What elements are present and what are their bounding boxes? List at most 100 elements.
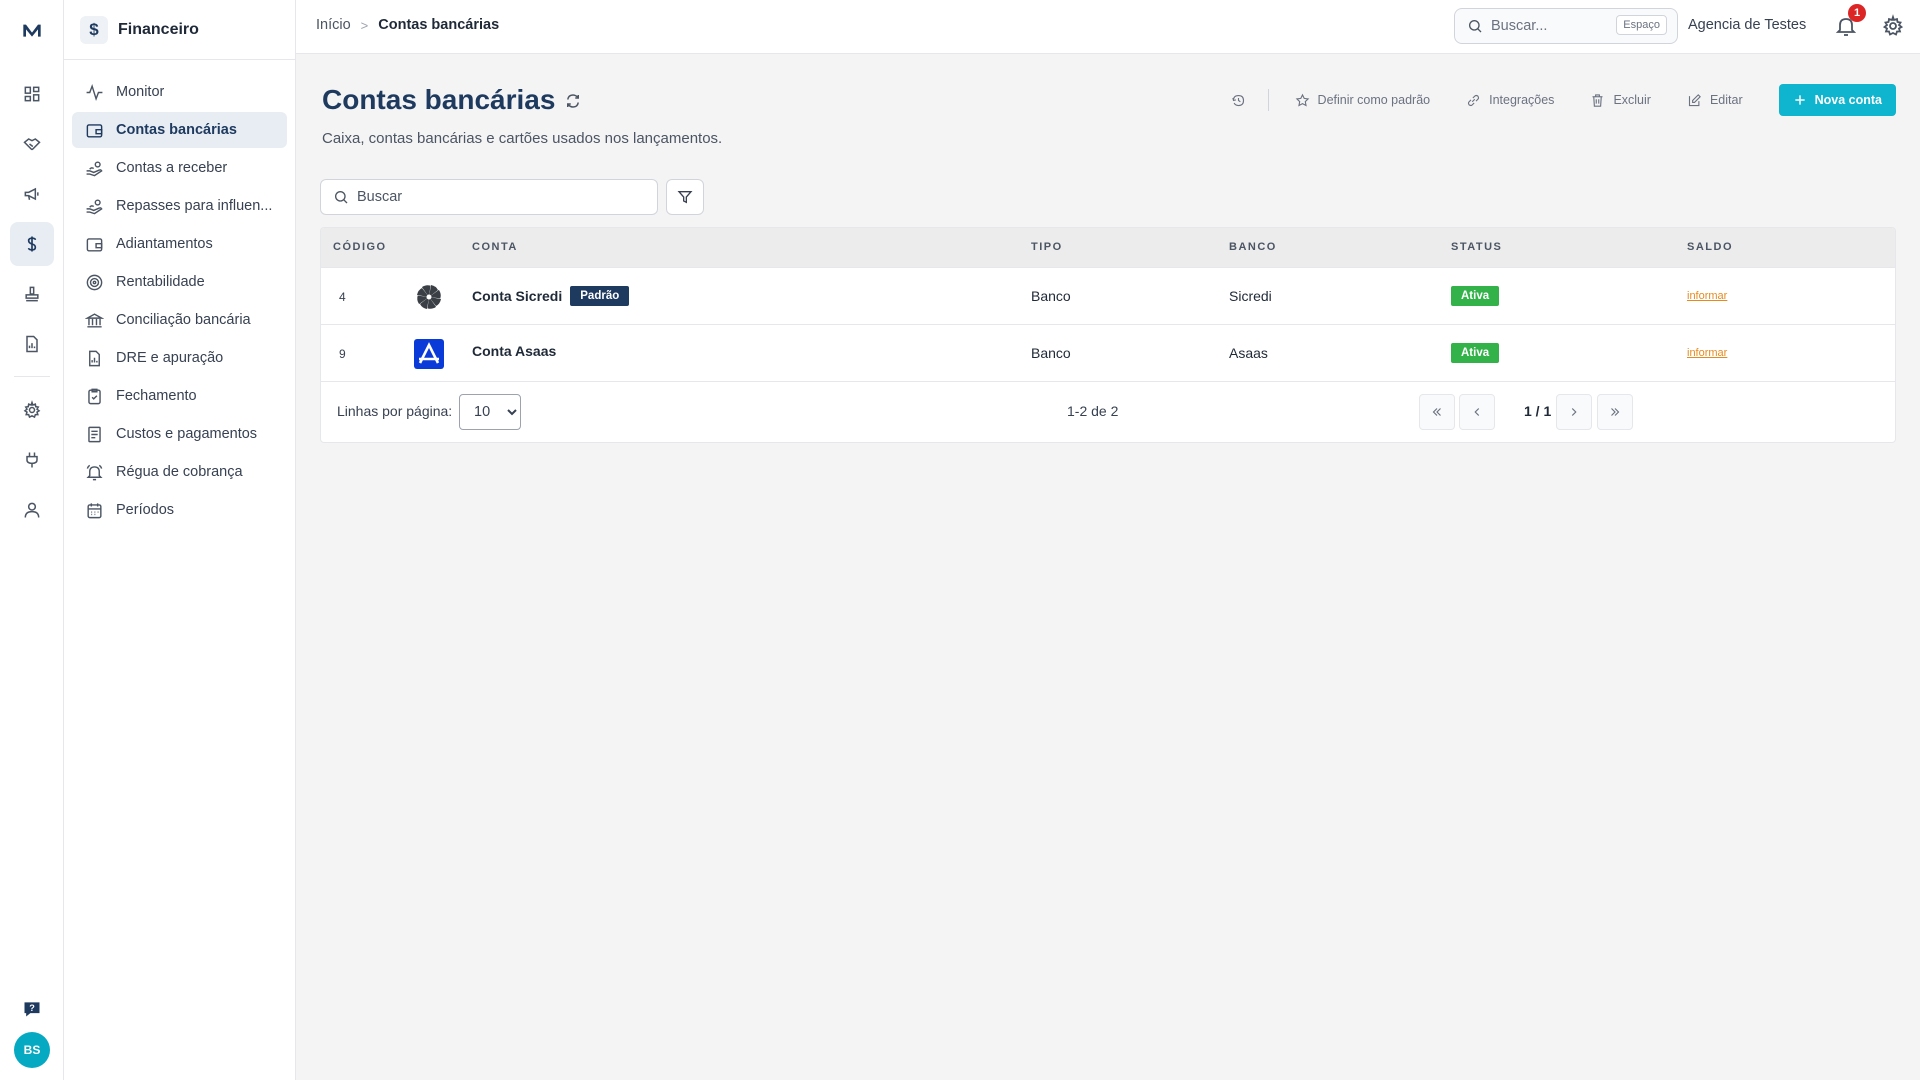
- table-row[interactable]: 9 Conta Asaas Banco Asaas Ativa informar: [321, 325, 1895, 382]
- integrations-label: Integrações: [1489, 93, 1555, 107]
- rail-deals-button[interactable]: [10, 122, 54, 166]
- default-badge: Padrão: [570, 286, 630, 306]
- next-page-button[interactable]: [1556, 394, 1592, 430]
- column-header-status[interactable]: STATUS: [1451, 241, 1502, 253]
- dollar-icon: [27, 236, 37, 252]
- search-icon: [1469, 20, 1482, 33]
- refresh-icon[interactable]: [564, 92, 582, 110]
- sidebar-item-contas-bancarias[interactable]: Contas bancárias: [72, 112, 287, 148]
- column-header-type[interactable]: TIPO: [1031, 241, 1063, 253]
- rail-profile-button[interactable]: [10, 488, 54, 532]
- link-icon: [1468, 94, 1480, 106]
- list-search-input[interactable]: [357, 189, 637, 205]
- row-account-name[interactable]: Conta Asaas: [472, 343, 556, 359]
- list-search[interactable]: [320, 179, 658, 215]
- sidebar-item-dre[interactable]: DRE e apuração: [72, 340, 287, 376]
- global-search[interactable]: Espaço: [1454, 8, 1678, 44]
- rail-reports-button[interactable]: [10, 322, 54, 366]
- column-header-code[interactable]: CÓDIGO: [333, 241, 387, 253]
- edit-button[interactable]: Editar: [1687, 93, 1743, 108]
- organization-switcher[interactable]: Agencia de Testes: [1688, 17, 1806, 33]
- chevrons-left-icon: [1432, 408, 1441, 416]
- rail-settings-button[interactable]: [10, 388, 54, 432]
- grid-icon: [24, 86, 40, 102]
- rail-approval-button[interactable]: [10, 272, 54, 316]
- filter-button[interactable]: [666, 179, 704, 215]
- new-account-label: Nova conta: [1814, 93, 1882, 107]
- column-header-balance[interactable]: SALDO: [1687, 241, 1733, 253]
- sidebar-item-custos[interactable]: Custos e pagamentos: [72, 416, 287, 452]
- brand-logo[interactable]: [0, 14, 64, 46]
- column-header-account[interactable]: CONTA: [472, 241, 518, 253]
- chevrons-right-icon: [1611, 408, 1620, 416]
- set-default-button[interactable]: Definir como padrão: [1295, 93, 1430, 108]
- row-code: 9: [339, 347, 346, 361]
- user-avatar[interactable]: BS: [14, 1032, 50, 1068]
- sidebar-item-contas-a-receber[interactable]: Contas a receber: [72, 150, 287, 186]
- hand-coins-icon: [84, 196, 104, 216]
- sidebar-item-label: Contas a receber: [116, 160, 228, 176]
- dollar-icon: $: [80, 15, 108, 44]
- page-actions: Definir como padrão Integrações Excluir …: [1231, 84, 1896, 116]
- target-icon: [84, 272, 104, 292]
- top-bar: Início > Contas bancárias Espaço Agencia…: [296, 0, 1920, 54]
- activity-icon: [84, 82, 104, 102]
- sidebar-item-fechamento[interactable]: Fechamento: [72, 378, 287, 414]
- history-icon: [1231, 94, 1244, 106]
- rail-help-button[interactable]: ?: [10, 987, 54, 1031]
- edit-label: Editar: [1709, 93, 1743, 107]
- first-page-button[interactable]: [1419, 394, 1455, 430]
- edit-icon: [1688, 93, 1701, 106]
- stamp-icon: [25, 286, 39, 302]
- sidebar-item-conciliacao[interactable]: Conciliação bancária: [72, 302, 287, 338]
- sidebar-item-label: Régua de cobrança: [116, 464, 243, 480]
- new-account-button[interactable]: Nova conta: [1778, 84, 1896, 116]
- rows-per-page-select[interactable]: 10: [459, 394, 521, 430]
- sidebar-item-label: Fechamento: [116, 388, 197, 404]
- sidebar-item-rentabilidade[interactable]: Rentabilidade: [72, 264, 287, 300]
- page-title: Contas bancárias: [322, 84, 556, 115]
- row-code: 4: [339, 290, 346, 304]
- sicredi-logo: [413, 281, 445, 313]
- inform-balance-link[interactable]: informar: [1687, 290, 1727, 302]
- bank-icon: [84, 310, 104, 330]
- rail-finance-button[interactable]: [10, 222, 54, 266]
- sidebar-item-periodos[interactable]: Períodos: [72, 492, 287, 528]
- sidebar-item-repasses[interactable]: Repasses para influen...: [72, 188, 287, 224]
- clipboard-check-icon: [84, 386, 104, 406]
- column-header-bank[interactable]: BANCO: [1229, 241, 1277, 253]
- module-title: Financeiro: [118, 20, 199, 38]
- history-button[interactable]: [1231, 93, 1254, 108]
- last-page-button[interactable]: [1597, 394, 1633, 430]
- sidebar-item-label: Períodos: [116, 502, 175, 518]
- row-bank: Sicredi: [1229, 288, 1272, 304]
- sidebar-item-monitor[interactable]: Monitor: [72, 74, 287, 110]
- star-icon: [1295, 93, 1309, 107]
- accounts-table: CÓDIGO CONTA TIPO BANCO STATUS SALDO 4 C…: [320, 227, 1896, 443]
- rail-integrations-button[interactable]: [10, 438, 54, 482]
- breadcrumb-home-link[interactable]: Início: [316, 17, 351, 33]
- gear-icon[interactable]: [1881, 14, 1905, 38]
- table-header: CÓDIGO CONTA TIPO BANCO STATUS SALDO: [321, 228, 1895, 268]
- global-search-input[interactable]: [1491, 18, 1611, 34]
- svg-text:?: ?: [29, 1003, 35, 1013]
- user-icon: [24, 502, 40, 518]
- row-account-name[interactable]: Conta Sicredi Padrão: [472, 286, 630, 306]
- plug-icon: [26, 452, 38, 468]
- module-sidebar: $ Financeiro Monitor Contas bancárias Co…: [64, 0, 296, 1080]
- handshake-icon: [23, 138, 41, 151]
- sidebar-item-label: DRE e apuração: [116, 350, 224, 366]
- table-row[interactable]: 4 Conta Sicredi Padrão Banco Sicredi Ati…: [321, 268, 1895, 325]
- integrations-button[interactable]: Integrações: [1466, 93, 1554, 108]
- sidebar-item-regua-cobranca[interactable]: Régua de cobrança: [72, 454, 287, 490]
- table-pagination: Linhas por página: 10 1-2 de 2 1 / 1: [321, 382, 1895, 442]
- search-icon: [335, 191, 348, 204]
- sidebar-item-adiantamentos[interactable]: Adiantamentos: [72, 226, 287, 262]
- sidebar-item-label: Contas bancárias: [116, 122, 237, 138]
- previous-page-button[interactable]: [1459, 394, 1495, 430]
- rail-campaigns-button[interactable]: [10, 172, 54, 216]
- inform-balance-link[interactable]: informar: [1687, 347, 1727, 359]
- rail-dashboard-button[interactable]: [10, 72, 54, 116]
- main-content: Contas bancárias Caixa, contas bancárias…: [296, 54, 1920, 1080]
- delete-button[interactable]: Excluir: [1590, 93, 1651, 108]
